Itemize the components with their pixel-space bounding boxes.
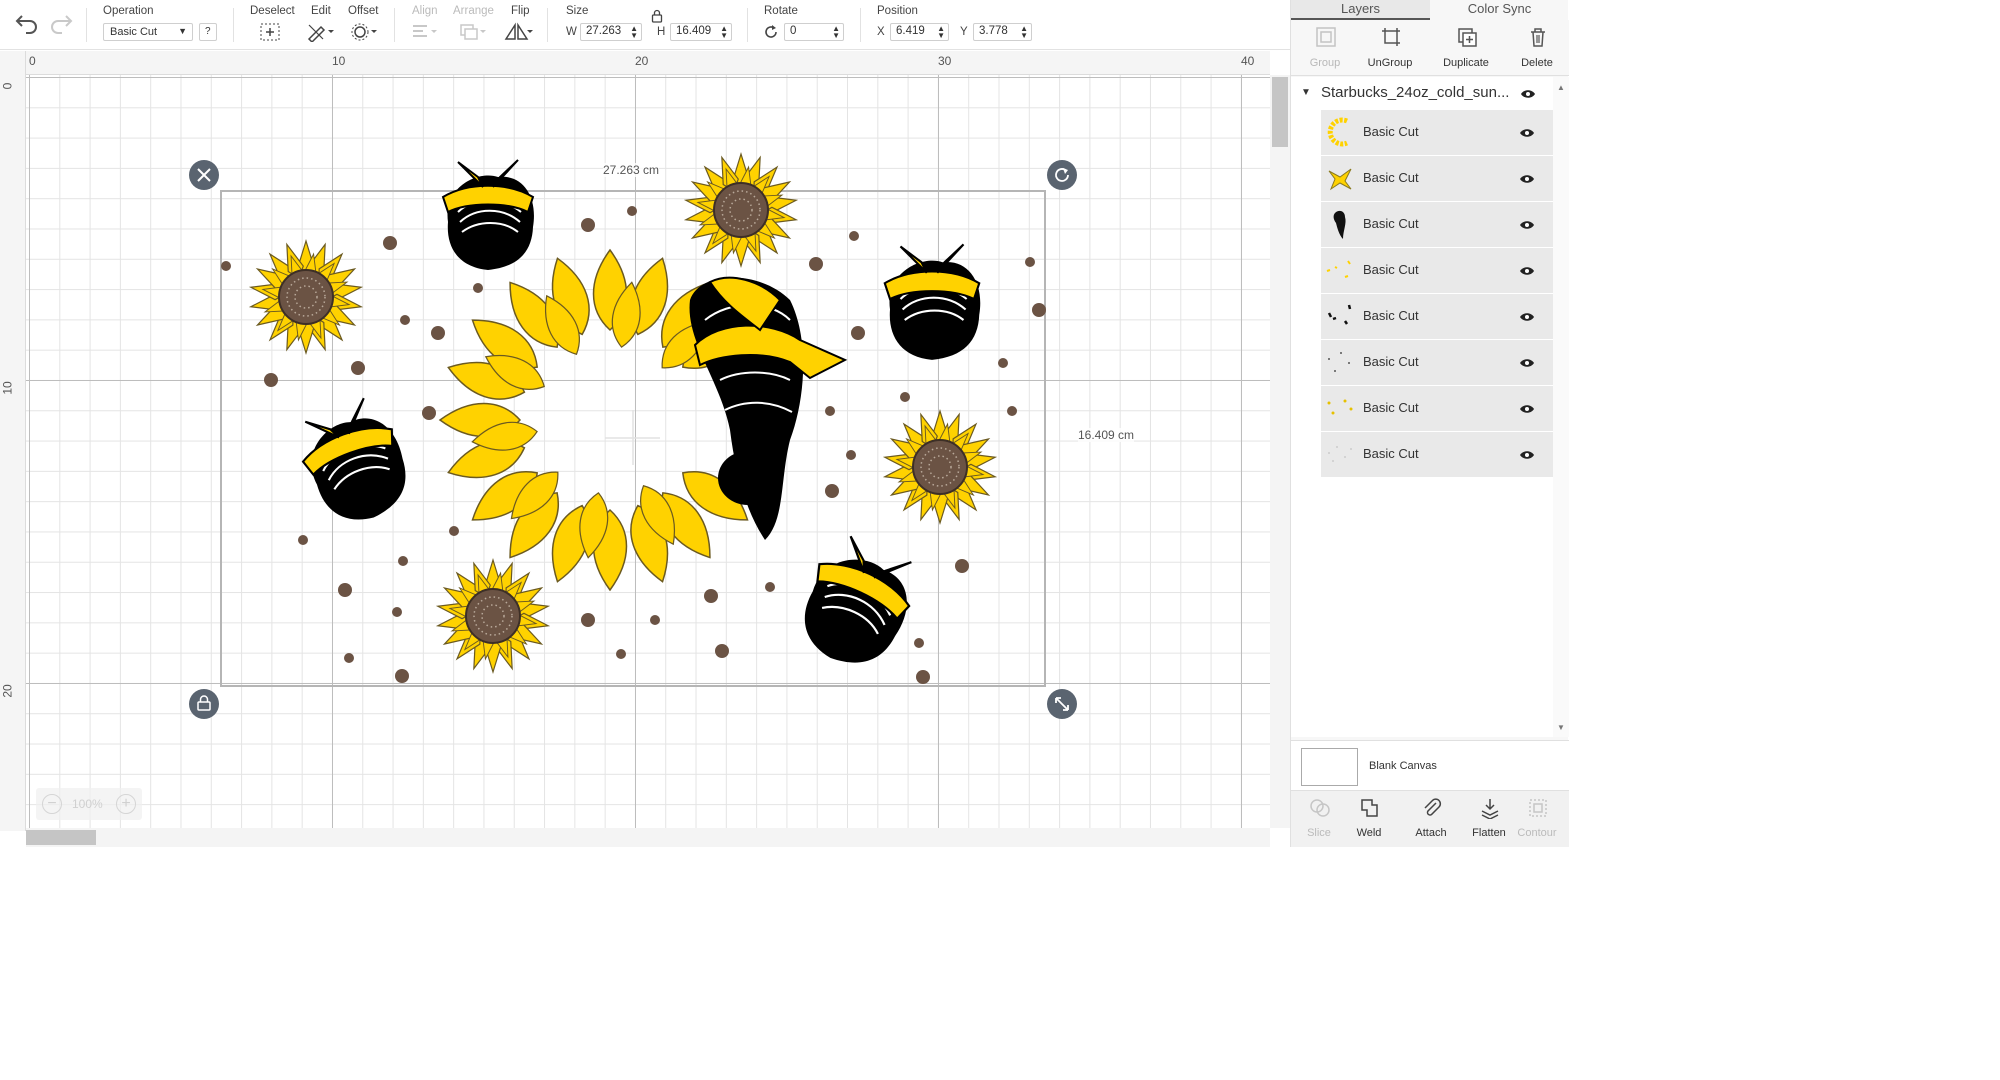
bandana-thumbnail <box>1328 168 1352 191</box>
slice-label: Slice <box>1307 827 1331 839</box>
layer-name: Basic Cut <box>1363 216 1419 231</box>
zoom-in-button[interactable]: + <box>116 794 136 814</box>
mom-figure[interactable] <box>442 159 535 271</box>
blank-canvas-row[interactable]: Blank Canvas <box>1291 740 1569 790</box>
scroll-down-icon[interactable]: ▼ <box>1557 723 1565 732</box>
eye-icon[interactable] <box>1519 404 1535 414</box>
rotate-handle[interactable] <box>1047 160 1077 190</box>
layer-item[interactable]: Basic Cut <box>1321 294 1553 340</box>
sunflower[interactable] <box>684 154 797 266</box>
delete-button[interactable]: Delete <box>1503 20 1571 76</box>
contour-label: Contour <box>1517 827 1557 839</box>
bottom-actions: Slice Weld Attach Flatten Contour <box>1291 790 1569 847</box>
mom-figure[interactable] <box>883 243 982 361</box>
group-name: Starbucks_24oz_cold_sun... <box>1321 84 1510 101</box>
layer-name: Basic Cut <box>1363 400 1419 415</box>
zoom-out-button[interactable]: − <box>42 794 62 814</box>
contour-button[interactable]: Contour <box>1509 791 1565 848</box>
slice-button[interactable]: Slice <box>1291 791 1347 848</box>
group-button[interactable]: Group <box>1291 20 1359 76</box>
horizontal-scrollbar[interactable] <box>26 828 1270 847</box>
layer-item[interactable]: Basic Cut <box>1321 432 1553 478</box>
sunflower-ring-thumbnail <box>1327 117 1348 147</box>
weld-label: Weld <box>1356 827 1382 839</box>
contour-icon <box>1529 799 1547 817</box>
layer-item[interactable]: Basic Cut <box>1321 340 1553 386</box>
group-icon <box>1316 27 1336 47</box>
flatten-icon <box>1481 799 1499 819</box>
blank-canvas-label: Blank Canvas <box>1369 760 1437 772</box>
paperclip-icon <box>1424 798 1442 816</box>
resize-handle[interactable] <box>1047 689 1077 719</box>
lock-proportions-handle[interactable] <box>189 689 219 719</box>
eye-icon[interactable] <box>1519 174 1535 184</box>
zoom-value: 100% <box>72 797 103 811</box>
layer-item[interactable]: Basic Cut <box>1321 202 1553 248</box>
canvas-swatch[interactable] <box>1301 748 1358 786</box>
yellow-dots-thumbnail <box>1327 399 1353 415</box>
layers-panel: Layers Color Sync Group UnGroup Duplicat… <box>1290 0 1569 847</box>
height-dimension-label: 16.409 cm <box>1078 428 1135 442</box>
dots-thumbnail <box>1328 352 1350 372</box>
trash-icon <box>1531 28 1545 47</box>
layer-name: Basic Cut <box>1363 354 1419 369</box>
layer-name: Basic Cut <box>1363 124 1419 139</box>
chevron-down-icon[interactable]: ▼ <box>1301 87 1311 98</box>
eye-icon[interactable] <box>1520 89 1536 99</box>
layer-name: Basic Cut <box>1363 262 1419 277</box>
layer-item[interactable]: Basic Cut <box>1321 110 1553 156</box>
tab-layers[interactable]: Layers <box>1291 0 1430 20</box>
slice-icon <box>1310 799 1330 817</box>
duplicate-button[interactable]: Duplicate <box>1432 20 1500 76</box>
tab-color-sync[interactable]: Color Sync <box>1430 0 1569 20</box>
eye-icon[interactable] <box>1519 450 1535 460</box>
scroll-thumb[interactable] <box>26 830 96 845</box>
layers-scrollbar[interactable]: ▲ ▼ <box>1553 77 1569 737</box>
ungroup-icon <box>1382 28 1400 46</box>
mom-figure[interactable] <box>784 526 929 681</box>
layer-name: Basic Cut <box>1363 446 1419 461</box>
ungroup-button[interactable]: UnGroup <box>1356 20 1424 76</box>
delete-label: Delete <box>1521 57 1553 69</box>
layer-item[interactable]: Basic Cut <box>1321 156 1553 202</box>
sunflower[interactable] <box>436 560 549 672</box>
weld-button[interactable]: Weld <box>1341 791 1397 848</box>
panel-tabs: Layers Color Sync <box>1291 0 1569 20</box>
group-label: Group <box>1309 57 1341 69</box>
width-dimension-label: 27.263 cm <box>603 163 660 177</box>
weld-icon <box>1361 799 1378 817</box>
attach-label: Attach <box>1415 827 1447 839</box>
zoom-control: − 100% + <box>36 788 142 820</box>
layer-name: Basic Cut <box>1363 308 1419 323</box>
delete-handle[interactable] <box>189 160 219 190</box>
layer-name: Basic Cut <box>1363 170 1419 185</box>
eye-icon[interactable] <box>1519 358 1535 368</box>
layer-item[interactable]: Basic Cut <box>1321 386 1553 432</box>
mom-figure[interactable] <box>288 391 421 535</box>
ungroup-label: UnGroup <box>1367 57 1413 69</box>
black-bits-thumbnail <box>1327 304 1352 325</box>
layers-list: ▼ Starbucks_24oz_cold_sun... Basic Cut B… <box>1291 77 1553 737</box>
eye-icon[interactable] <box>1519 312 1535 322</box>
yellow-bits-thumbnail <box>1326 260 1351 278</box>
layer-actions: Group UnGroup Duplicate Delete <box>1291 20 1569 76</box>
eye-icon[interactable] <box>1519 128 1535 138</box>
sunflower[interactable] <box>249 241 362 353</box>
scroll-up-icon[interactable]: ▲ <box>1557 83 1565 92</box>
mom-bun-thumbnail <box>1333 210 1346 239</box>
eye-icon[interactable] <box>1519 266 1535 276</box>
layer-group-row[interactable]: ▼ Starbucks_24oz_cold_sun... <box>1291 77 1553 110</box>
duplicate-label: Duplicate <box>1443 57 1489 69</box>
vertical-scrollbar[interactable] <box>1270 75 1290 828</box>
eye-icon[interactable] <box>1519 220 1535 230</box>
scroll-thumb[interactable] <box>1272 77 1288 147</box>
duplicate-icon <box>1458 28 1477 47</box>
attach-button[interactable]: Attach <box>1403 791 1459 848</box>
faint-dots-thumbnail <box>1328 446 1352 462</box>
center-crosshair <box>605 410 660 465</box>
layer-item[interactable]: Basic Cut <box>1321 248 1553 294</box>
sunflower[interactable] <box>883 411 996 523</box>
design-artwork[interactable] <box>0 0 1270 828</box>
